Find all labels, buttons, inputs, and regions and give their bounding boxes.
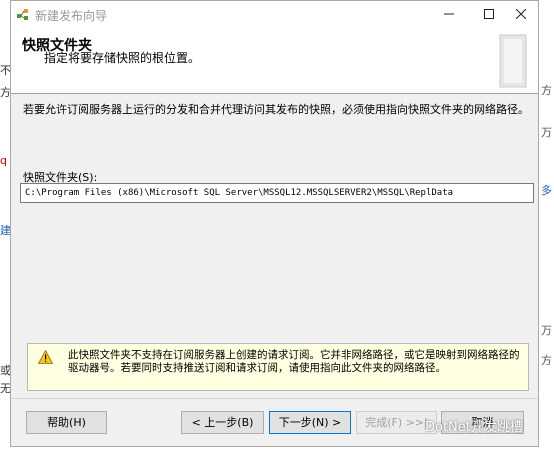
- back-button[interactable]: < 上一步(B): [181, 411, 264, 434]
- minimize-icon: [444, 13, 454, 15]
- window-title: 新建发布向导: [35, 9, 108, 23]
- background-text: 多: [541, 184, 552, 197]
- footer-divider: [11, 398, 538, 399]
- server-graphic-icon: [499, 34, 527, 88]
- background-text: 方: [541, 84, 552, 97]
- description-text: 若要允许订阅服务器上运行的分发和合并代理访问其发布的快照，必须使用指向快照文件夹…: [23, 103, 529, 116]
- wizard-window: 新建发布向导 快照文件夹 指定将要存储快照的根位置。 若要允许订阅服务器上运行的…: [10, 0, 539, 447]
- warning-panel: 此快照文件夹不支持在订阅服务器上创建的请求订阅。它并非网络路径，或它是映射到网络…: [27, 343, 529, 391]
- minimize-button[interactable]: [429, 1, 469, 29]
- background-text: 万: [541, 126, 552, 139]
- maximize-icon: [484, 9, 494, 19]
- snapshot-folder-input[interactable]: C:\Program Files (x86)\Microsoft SQL Ser…: [20, 183, 534, 203]
- background-right-strip: 方 万 多 万 方: [538, 0, 554, 451]
- background-text: 万: [541, 324, 552, 337]
- next-button[interactable]: 下一步(N) >: [269, 411, 351, 434]
- watermark-text: DotNet开发跳槽: [425, 420, 523, 435]
- page-subtitle: 指定将要存储快照的根位置。: [44, 51, 201, 65]
- background-text: 方: [541, 354, 552, 367]
- close-icon: [515, 8, 527, 20]
- close-button[interactable]: [501, 1, 541, 29]
- title-bar: 新建发布向导: [11, 1, 538, 29]
- help-button[interactable]: 帮助(H): [26, 411, 107, 434]
- warning-message: 此快照文件夹不支持在订阅服务器上创建的请求订阅。它并非网络路径，或它是映射到网络…: [68, 349, 520, 374]
- warning-icon: [38, 350, 53, 364]
- wizard-app-icon: [17, 9, 28, 20]
- background-left-strip: 不 方 q 建 或 无: [0, 0, 11, 451]
- wizard-header: 快照文件夹 指定将要存储快照的根位置。: [11, 29, 538, 94]
- background-text: q: [0, 154, 7, 167]
